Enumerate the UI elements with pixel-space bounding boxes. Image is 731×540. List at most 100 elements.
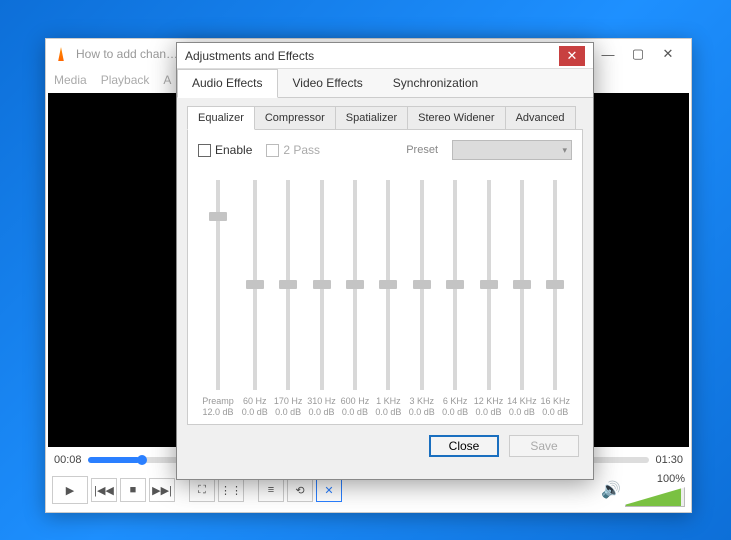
band-freq-label: 600 Hz: [341, 396, 370, 407]
speaker-icon[interactable]: 🔊: [601, 480, 621, 500]
slider-thumb[interactable]: [279, 280, 297, 289]
eq-band-slider: 3 KHz0.0 dB: [405, 176, 438, 418]
band-freq-label: 1 KHz: [376, 396, 401, 407]
eq-sliders-row: Preamp12.0 dB60 Hz0.0 dB170 Hz0.0 dB310 …: [198, 176, 572, 418]
band-db-label: 0.0 dB: [309, 407, 335, 418]
time-total: 01:30: [655, 454, 683, 466]
preset-dropdown[interactable]: ▾: [452, 140, 572, 160]
slider-track[interactable]: [253, 180, 257, 390]
subtab-stereo-widener[interactable]: Stereo Widener: [407, 106, 505, 130]
eq-options-row: Enable 2 Pass Preset ▾: [198, 140, 572, 160]
subtab-compressor[interactable]: Compressor: [254, 106, 336, 130]
playlist-button[interactable]: ≡: [258, 478, 284, 502]
close-button[interactable]: Close: [429, 435, 499, 457]
band-db-label: 0.0 dB: [375, 407, 401, 418]
slider-thumb[interactable]: [413, 280, 431, 289]
tab-audio-effects[interactable]: Audio Effects: [177, 69, 278, 98]
eq-band-slider: 600 Hz0.0 dB: [338, 176, 371, 418]
band-freq-label: 14 KHz: [507, 396, 537, 407]
eq-band-slider: 14 KHz0.0 dB: [505, 176, 538, 418]
dialog-footer: Close Save: [177, 425, 593, 467]
menu-media[interactable]: Media: [54, 73, 87, 87]
eq-band-slider: 310 Hz0.0 dB: [305, 176, 338, 418]
tab-synchronization[interactable]: Synchronization: [378, 69, 493, 97]
eq-preamp-slider: Preamp12.0 dB: [198, 176, 238, 418]
slider-thumb[interactable]: [246, 280, 264, 289]
slider-track[interactable]: [487, 180, 491, 390]
subtab-spatializer[interactable]: Spatializer: [335, 106, 408, 130]
dialog-close-button[interactable]: ✕: [559, 46, 585, 66]
band-freq-label: 60 Hz: [243, 396, 267, 407]
dialog-body: Equalizer Compressor Spatializer Stereo …: [177, 98, 593, 425]
band-db-label: 0.0 dB: [275, 407, 301, 418]
subtab-advanced[interactable]: Advanced: [505, 106, 576, 130]
slider-thumb[interactable]: [209, 212, 227, 221]
audio-subtab-row: Equalizer Compressor Spatializer Stereo …: [187, 106, 583, 130]
band-db-label: 0.0 dB: [509, 407, 535, 418]
band-db-label: 0.0 dB: [442, 407, 468, 418]
stop-button[interactable]: ■: [120, 478, 146, 502]
slider-thumb[interactable]: [480, 280, 498, 289]
slider-track[interactable]: [553, 180, 557, 390]
slider-track[interactable]: [520, 180, 524, 390]
next-button[interactable]: ▶▶|: [149, 478, 175, 502]
slider-track[interactable]: [216, 180, 220, 390]
band-freq-label: 12 KHz: [474, 396, 504, 407]
close-window-button[interactable]: ✕: [653, 42, 683, 66]
menu-playback[interactable]: Playback: [101, 73, 150, 87]
band-db-label: 12.0 dB: [203, 407, 234, 418]
eq-band-slider: 12 KHz0.0 dB: [472, 176, 505, 418]
band-db-label: 0.0 dB: [242, 407, 268, 418]
minimize-button[interactable]: —: [593, 42, 623, 66]
prev-button[interactable]: |◀◀: [91, 478, 117, 502]
band-db-label: 0.0 dB: [409, 407, 435, 418]
band-freq-label: 310 Hz: [307, 396, 336, 407]
band-freq-label: 6 KHz: [443, 396, 468, 407]
band-db-label: 0.0 dB: [475, 407, 501, 418]
slider-track[interactable]: [420, 180, 424, 390]
eq-band-slider: 170 Hz0.0 dB: [271, 176, 304, 418]
eq-band-slider: 16 KHz0.0 dB: [539, 176, 572, 418]
slider-track[interactable]: [320, 180, 324, 390]
band-db-label: 0.0 dB: [542, 407, 568, 418]
seek-knob[interactable]: [137, 455, 147, 465]
volume-slider[interactable]: [625, 485, 685, 507]
enable-checkbox[interactable]: Enable: [198, 143, 252, 157]
slider-thumb[interactable]: [313, 280, 331, 289]
band-freq-label: 16 KHz: [541, 396, 571, 407]
slider-track[interactable]: [353, 180, 357, 390]
band-freq-label: 170 Hz: [274, 396, 303, 407]
dialog-titlebar: Adjustments and Effects ✕: [177, 43, 593, 69]
volume-group: 🔊 100%: [601, 473, 685, 507]
slider-thumb[interactable]: [346, 280, 364, 289]
slider-thumb[interactable]: [446, 280, 464, 289]
maximize-button[interactable]: ▢: [623, 42, 653, 66]
loop-button[interactable]: ⟲: [287, 478, 313, 502]
slider-thumb[interactable]: [546, 280, 564, 289]
time-elapsed: 00:08: [54, 454, 82, 466]
eq-band-slider: 1 KHz0.0 dB: [372, 176, 405, 418]
seek-fill: [88, 457, 140, 463]
adjustments-effects-dialog: Adjustments and Effects ✕ Audio Effects …: [176, 42, 594, 480]
slider-thumb[interactable]: [513, 280, 531, 289]
slider-track[interactable]: [453, 180, 457, 390]
dialog-title: Adjustments and Effects: [185, 49, 559, 63]
volume-percent: 100%: [657, 473, 685, 485]
twopass-checkbox: 2 Pass: [266, 143, 320, 157]
menu-audio[interactable]: A: [163, 73, 171, 87]
subtab-equalizer[interactable]: Equalizer: [187, 106, 255, 130]
shuffle-button[interactable]: ✕: [316, 478, 342, 502]
band-db-label: 0.0 dB: [342, 407, 368, 418]
save-button: Save: [509, 435, 579, 457]
slider-track[interactable]: [286, 180, 290, 390]
play-button[interactable]: ▶: [52, 476, 88, 504]
fullscreen-button[interactable]: ⛶: [189, 478, 215, 502]
eq-band-slider: 6 KHz0.0 dB: [438, 176, 471, 418]
slider-thumb[interactable]: [379, 280, 397, 289]
twopass-label: 2 Pass: [283, 143, 320, 157]
enable-label: Enable: [215, 143, 252, 157]
ext-settings-button[interactable]: ⋮⋮: [218, 478, 244, 502]
slider-track[interactable]: [386, 180, 390, 390]
eq-band-slider: 60 Hz0.0 dB: [238, 176, 271, 418]
tab-video-effects[interactable]: Video Effects: [278, 69, 378, 97]
